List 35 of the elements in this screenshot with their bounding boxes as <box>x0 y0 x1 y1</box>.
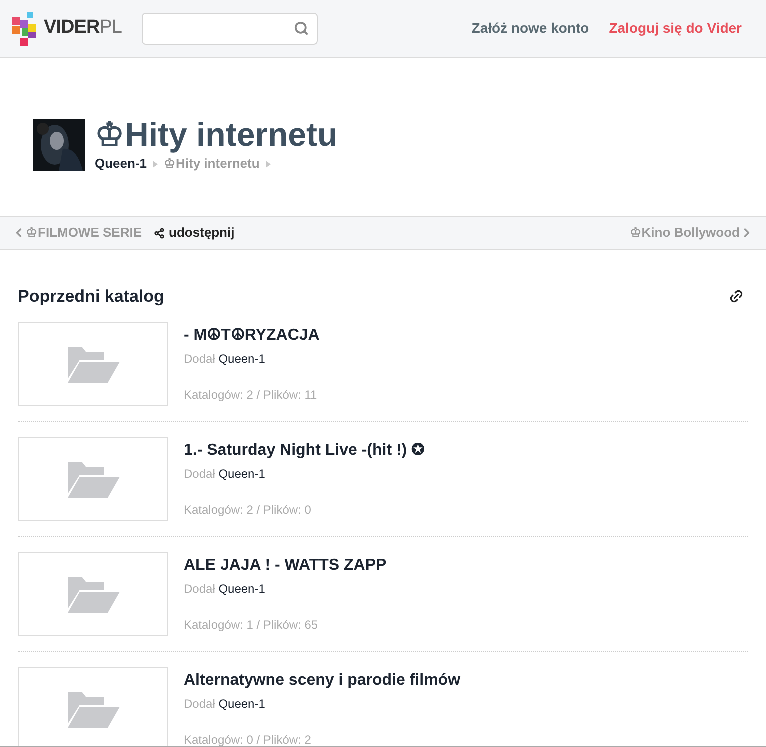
folder-icon <box>66 690 120 728</box>
breadcrumb-link[interactable]: Queen-1 <box>95 154 148 174</box>
share-icon <box>154 228 165 238</box>
folder-thumbnail[interactable] <box>18 666 168 746</box>
folder-title[interactable]: ALE JAJA ! - WATTS ZAPP <box>184 554 387 578</box>
share-button[interactable]: udostępnij <box>154 223 235 243</box>
folder-stats: Katalogów: 2 / Plików: 0 <box>184 502 312 518</box>
caret-icon <box>266 160 271 168</box>
folder-thumbnail[interactable] <box>18 436 168 520</box>
added-by-label: Dodał <box>184 352 216 366</box>
folder-thumbnail[interactable] <box>18 322 168 406</box>
author-link[interactable]: Queen-1 <box>218 352 266 366</box>
folder-stats: Katalogów: 2 / Plików: 11 <box>184 386 318 404</box>
author-link[interactable]: Queen-1 <box>218 466 266 480</box>
caret-icon <box>153 160 158 168</box>
added-by-label: Dodał <box>184 466 216 480</box>
folder-title[interactable]: Alternatywne sceny i parodie filmów <box>184 668 461 692</box>
author-link[interactable]: Queen-1 <box>218 582 266 596</box>
folder-stats: Katalogów: 0 / Plików: 2 <box>184 732 312 746</box>
folder-stats: Katalogów: 1 / Plików: 65 <box>184 616 320 634</box>
folder-icon <box>66 460 120 498</box>
search-field[interactable] <box>142 12 318 44</box>
folder-icon <box>66 344 120 382</box>
page-title: ♔Hity internetu <box>95 116 338 154</box>
register-link[interactable]: Załóż nowe konto <box>472 18 590 39</box>
added-by-label: Dodał <box>184 582 216 596</box>
folder-thumbnail[interactable] <box>18 552 168 636</box>
logo-text[interactable]: VIDERPL <box>44 14 122 43</box>
added-by-label: Dodał <box>184 696 216 710</box>
folder-title[interactable]: 1.- Saturday Night Live -(hit !) ✪ <box>184 438 425 462</box>
folder-title[interactable]: - M☮T☮RYZACJA <box>184 324 320 348</box>
author-link[interactable]: Queen-1 <box>218 696 266 710</box>
folder-icon <box>66 574 120 612</box>
section-title: Poprzedni katalog <box>18 286 164 308</box>
search-icon <box>294 21 309 36</box>
